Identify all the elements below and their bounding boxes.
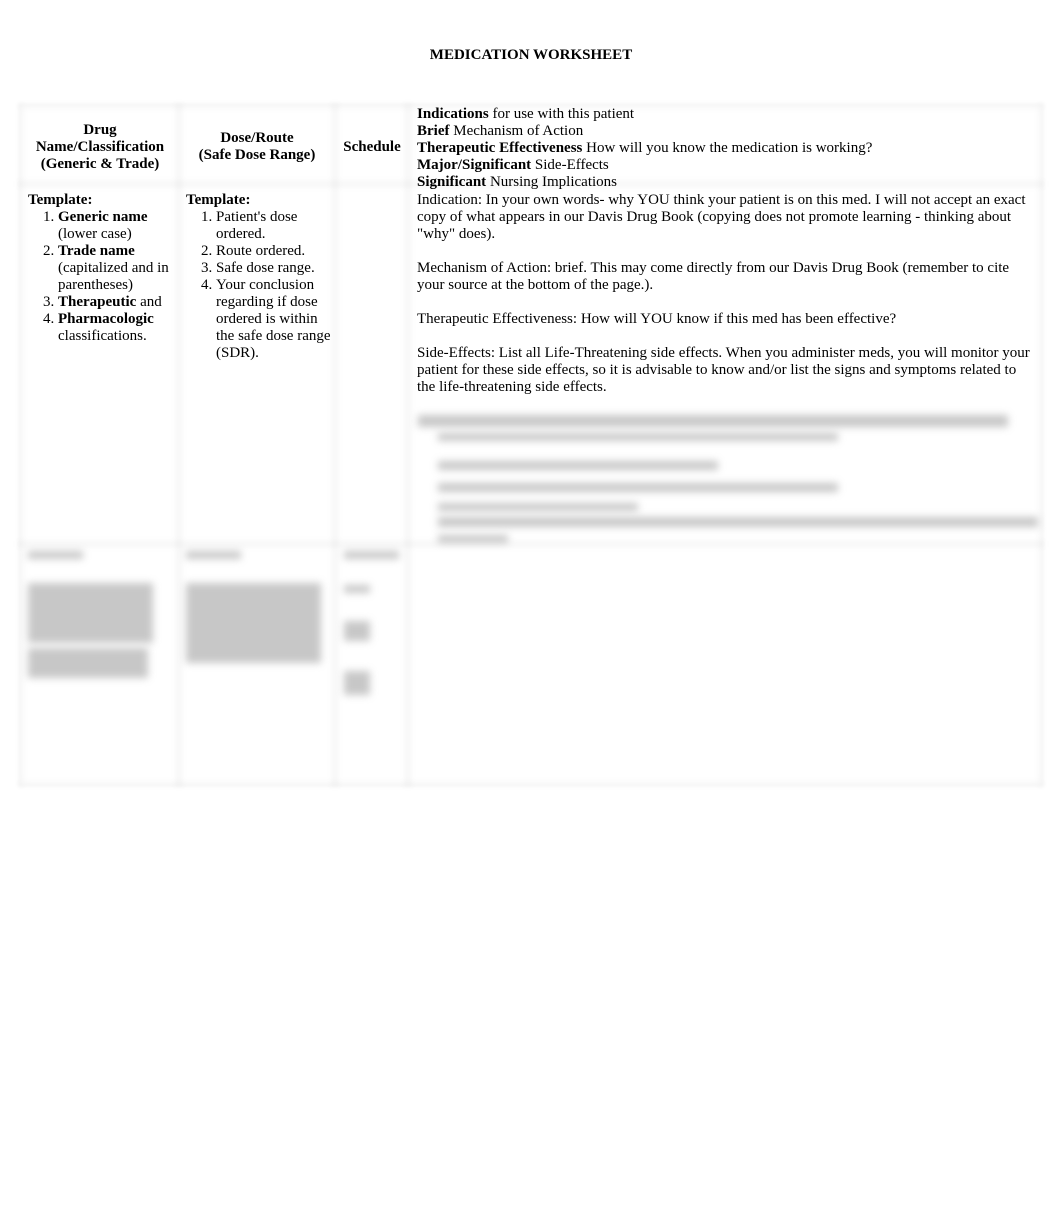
- obscured-text: [438, 433, 838, 441]
- header-dose-line: (Safe Dose Range): [198, 147, 316, 163]
- drug-template-item: Therapeutic and: [58, 294, 178, 311]
- obscured-text: [28, 648, 148, 678]
- drug-template-list: Generic name (lower case)Trade name (cap…: [28, 209, 178, 345]
- dose-template-item: Route ordered.: [216, 243, 334, 260]
- template-label: Template:: [28, 192, 93, 208]
- header-info-bold: Significant: [417, 174, 487, 190]
- obscured-text: [186, 551, 241, 559]
- header-info-text: Mechanism of Action: [449, 123, 584, 139]
- item-bold: Generic name: [58, 209, 148, 225]
- dose-template-item: Your conclusion regarding if dose ordere…: [216, 277, 334, 362]
- dose-template-item: Safe dose range.: [216, 260, 334, 277]
- header-info-line: Major/Significant Side-Effects: [417, 157, 1037, 174]
- row-divider: [18, 541, 1044, 547]
- column-divider: [405, 103, 411, 787]
- header-info-text: How will you know the medication is work…: [582, 140, 873, 156]
- obscured-text: [344, 551, 399, 559]
- header-info-line: Brief Mechanism of Action: [417, 123, 1037, 140]
- header-info-bold: Indications: [417, 106, 489, 122]
- template-dose: Template: Patient's dose ordered.Route o…: [186, 192, 334, 362]
- header-dose-line: Dose/Route: [220, 130, 294, 146]
- obscured-text: [186, 583, 321, 663]
- header-info-text: for use with this patient: [488, 106, 635, 122]
- drug-template-item: Trade name (capitalized and in parenthes…: [58, 243, 178, 294]
- dose-template-list: Patient's dose ordered.Route ordered.Saf…: [186, 209, 334, 362]
- header-info-text: Side-Effects: [531, 157, 609, 173]
- template-drug: Template: Generic name (lower case)Trade…: [28, 192, 178, 345]
- header-info-line: Indications for use with this patient: [417, 106, 1037, 123]
- drug-template-item: Pharmacologic classifications.: [58, 311, 178, 345]
- header-drug-line: (Generic & Trade): [40, 156, 160, 172]
- info-paragraph: Therapeutic Effectiveness: How will YOU …: [417, 311, 897, 327]
- item-bold: Pharmacologic: [58, 311, 154, 327]
- obscured-text: [344, 671, 370, 695]
- item-bold: Therapeutic: [58, 294, 137, 310]
- obscured-text: [418, 415, 1008, 427]
- obscured-text: [438, 503, 638, 511]
- obscured-text: [438, 517, 1038, 527]
- obscured-text: [28, 551, 83, 559]
- header-dose: Dose/Route (Safe Dose Range): [178, 130, 336, 164]
- template-label: Template:: [186, 192, 251, 208]
- dose-template-item: Patient's dose ordered.: [216, 209, 334, 243]
- obscured-text: [438, 461, 718, 470]
- medication-table: Drug Name/Classification (Generic & Trad…: [18, 103, 1044, 787]
- header-info-text: Nursing Implications: [486, 174, 618, 190]
- header-drug-line: Drug: [83, 122, 117, 138]
- obscured-text: [438, 483, 838, 492]
- info-paragraph: Side-Effects: List all Life-Threatening …: [417, 345, 1030, 395]
- template-info: Indication: In your own words- why YOU t…: [417, 192, 1037, 413]
- obscured-text: [438, 535, 508, 543]
- obscured-text: [28, 583, 153, 643]
- obscured-text: [344, 585, 370, 593]
- obscured-text: [344, 621, 370, 641]
- item-bold: Trade name: [58, 243, 135, 259]
- header-drug: Drug Name/Classification (Generic & Trad…: [18, 122, 182, 173]
- header-info-line: Therapeutic Effectiveness How will you k…: [417, 140, 1037, 157]
- header-schedule: Schedule: [343, 139, 401, 155]
- header-drug-line: Name/Classification: [35, 139, 165, 155]
- info-paragraph: Mechanism of Action: brief. This may com…: [417, 260, 1010, 293]
- header-info: Indications for use with this patient Bri…: [417, 106, 1037, 191]
- info-paragraph: Indication: In your own words- why YOU t…: [417, 192, 1026, 242]
- header-info-bold: Major/Significant: [417, 157, 532, 173]
- header-info-bold: Therapeutic Effectiveness: [417, 140, 583, 156]
- page-title: MEDICATION WORKSHEET: [429, 47, 633, 63]
- header-info-line: Significant Nursing Implications: [417, 174, 1037, 191]
- drug-template-item: Generic name (lower case): [58, 209, 178, 243]
- header-info-bold: Brief: [417, 123, 450, 139]
